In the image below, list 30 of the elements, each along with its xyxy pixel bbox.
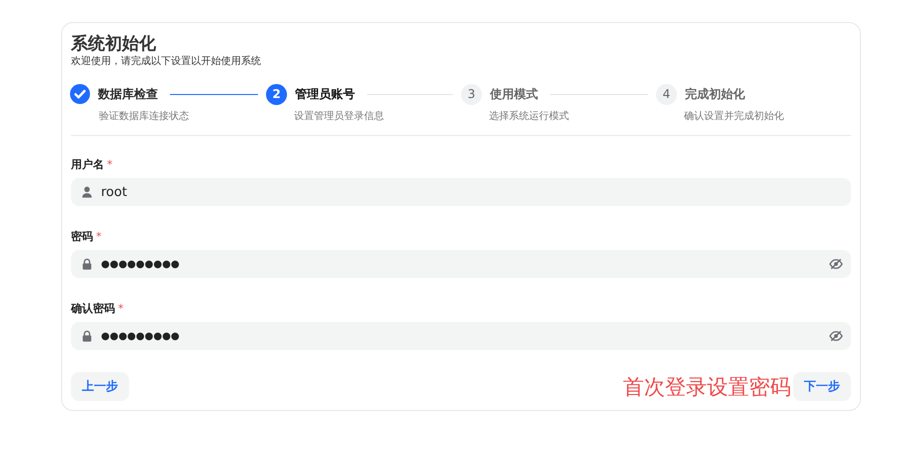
field-label: 用户名 <box>71 156 104 172</box>
step-number: 4 <box>656 84 677 104</box>
field-label: 密码 <box>71 228 93 244</box>
next-button[interactable]: 下一步 <box>793 372 851 401</box>
step-title: 管理员账号 <box>295 86 355 102</box>
annotation-text: 首次登录设置密码 <box>623 374 791 400</box>
step-title: 使用模式 <box>490 86 538 102</box>
field-label: 确认密码 <box>71 300 115 316</box>
required-mark: * <box>118 302 124 314</box>
page-title: 系统初始化 <box>71 33 157 55</box>
user-icon <box>81 186 93 198</box>
hidden-eye-icon[interactable] <box>829 330 843 342</box>
back-button[interactable]: 上一步 <box>71 372 129 401</box>
step-description: 确认设置并完成初始化 <box>684 110 785 123</box>
step-number: 3 <box>461 84 482 104</box>
step-number: 2 <box>266 84 287 104</box>
step-title: 完成初始化 <box>685 86 745 102</box>
step-title: 数据库检查 <box>98 86 158 102</box>
lock-icon <box>81 258 93 270</box>
input-field[interactable]: root <box>71 178 851 206</box>
input-field[interactable]: ●●●●●●●●● <box>71 322 851 350</box>
required-mark: * <box>96 230 102 242</box>
step-description: 选择系统运行模式 <box>489 110 570 123</box>
page-subtitle: 欢迎使用，请完成以下设置以开始使用系统 <box>71 55 262 69</box>
step-description: 设置管理员登录信息 <box>294 110 385 123</box>
lock-icon <box>81 330 93 342</box>
hidden-eye-icon[interactable] <box>829 258 843 270</box>
required-mark: * <box>107 158 112 170</box>
step-description: 验证数据库连接状态 <box>99 110 190 123</box>
input-field[interactable]: ●●●●●●●●● <box>71 250 851 278</box>
